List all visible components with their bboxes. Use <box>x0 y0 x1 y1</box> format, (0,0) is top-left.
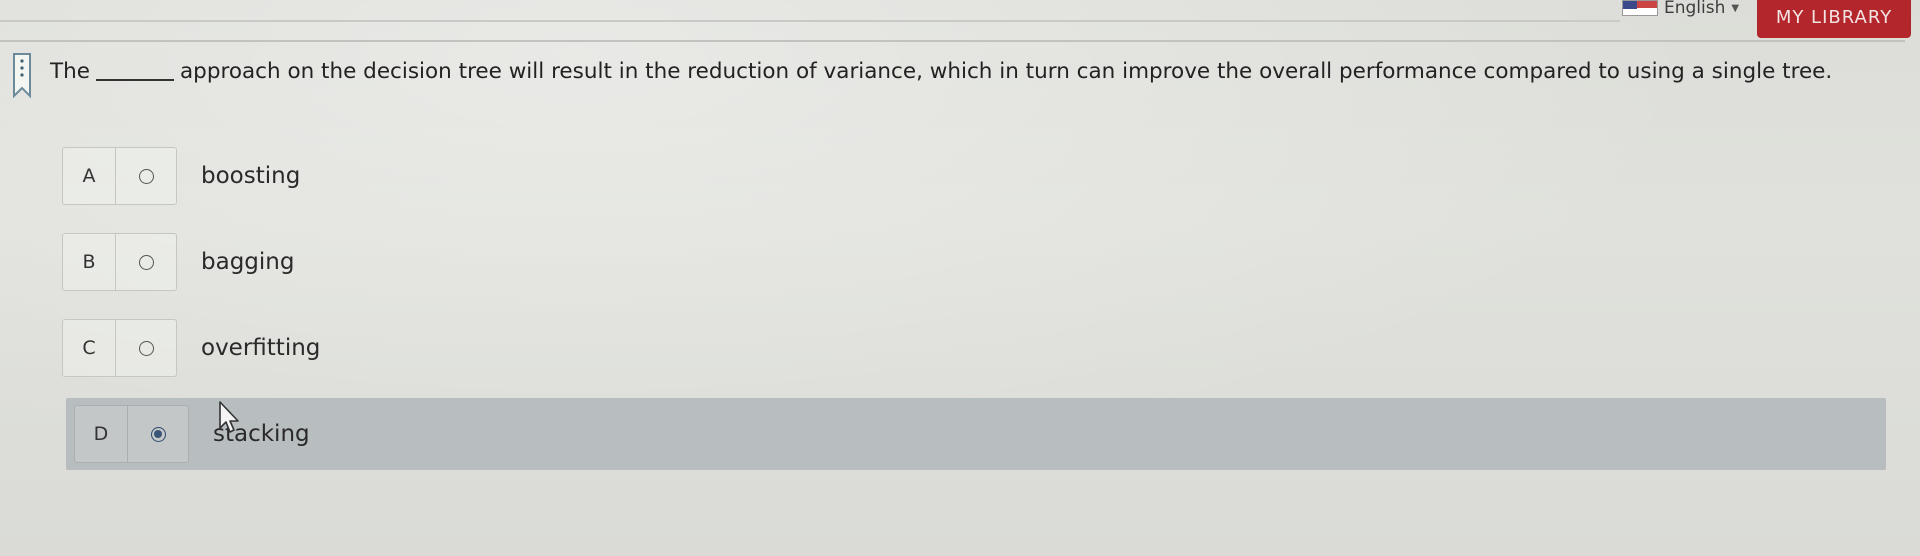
option-b-radio[interactable] <box>138 254 154 270</box>
top-bar: English ▼ MY LIBRARY <box>0 0 1920 44</box>
option-d-radio-cell[interactable] <box>128 406 188 462</box>
us-flag-icon <box>1622 0 1658 16</box>
option-b-radio-cell[interactable] <box>116 234 176 290</box>
option-c-label: overfitting <box>201 335 321 361</box>
language-selector[interactable]: English ▼ <box>1622 0 1739 20</box>
option-a[interactable]: A boosting <box>62 146 300 206</box>
my-library-button[interactable]: MY LIBRARY <box>1757 0 1911 38</box>
option-a-letter: A <box>63 148 116 204</box>
top-divider <box>0 20 1620 22</box>
option-d-box[interactable]: D <box>74 405 189 463</box>
option-d-radio[interactable] <box>150 426 166 442</box>
header-divider <box>0 40 1905 42</box>
option-c-radio-cell[interactable] <box>116 320 176 376</box>
question-text: The approach on the decision tree will re… <box>50 58 1910 86</box>
option-c-box[interactable]: C <box>62 319 177 377</box>
option-a-box[interactable]: A <box>62 147 177 205</box>
option-b[interactable]: B bagging <box>62 232 294 292</box>
option-c-radio[interactable] <box>138 340 154 356</box>
bookmark-icon[interactable] <box>12 52 32 100</box>
option-c[interactable]: C overfitting <box>62 318 320 378</box>
question-prefix: The <box>50 59 90 84</box>
option-a-radio-cell[interactable] <box>116 148 176 204</box>
option-c-letter: C <box>63 320 116 376</box>
question-suffix: approach on the decision tree will resul… <box>180 59 1833 84</box>
language-label: English <box>1664 0 1726 18</box>
mouse-cursor-icon <box>219 401 239 433</box>
question-blank <box>96 79 174 81</box>
option-a-label: boosting <box>201 163 301 189</box>
caret-down-icon: ▼ <box>1731 2 1740 14</box>
option-b-box[interactable]: B <box>62 233 177 291</box>
option-b-label: bagging <box>201 249 295 275</box>
option-a-radio[interactable] <box>138 168 154 184</box>
option-d[interactable]: D stacking <box>66 398 1886 470</box>
option-d-letter: D <box>75 406 128 462</box>
option-b-letter: B <box>63 234 116 290</box>
